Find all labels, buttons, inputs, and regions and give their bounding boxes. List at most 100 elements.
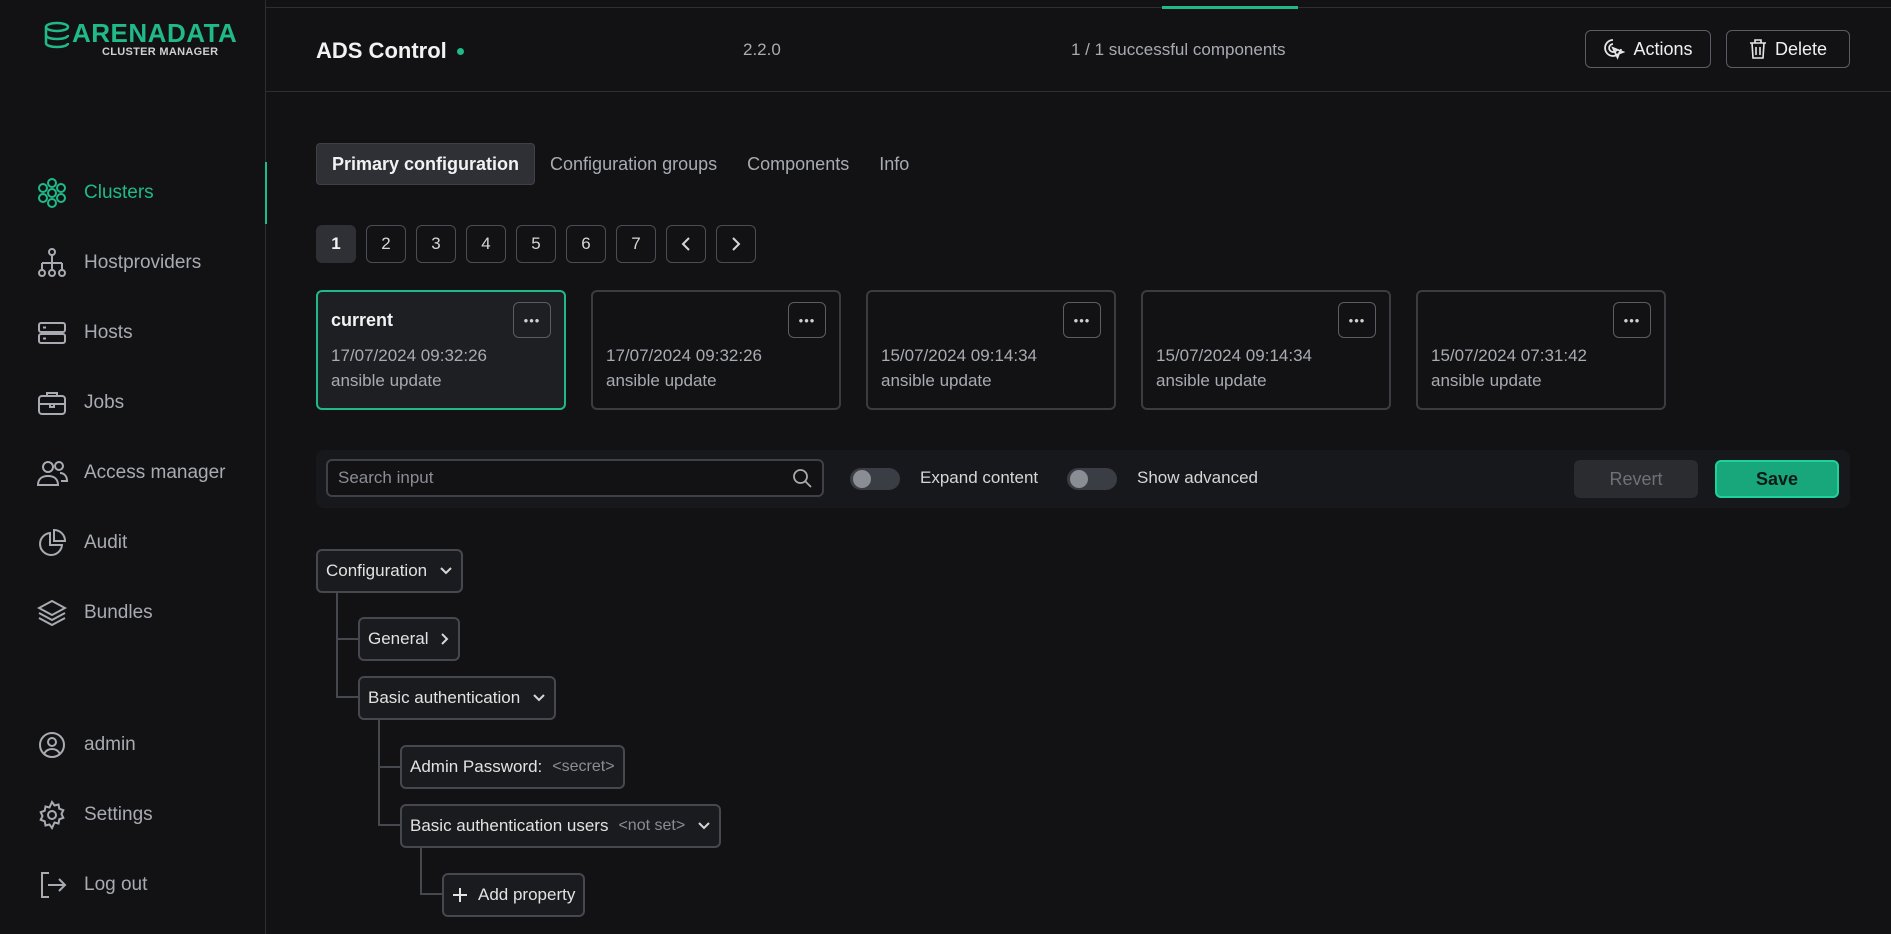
cluster-title: ADS Control	[316, 38, 447, 63]
more-options-button[interactable]: •••	[1063, 302, 1101, 338]
delete-button[interactable]: Delete	[1726, 30, 1850, 68]
actions-button[interactable]: Actions	[1585, 30, 1711, 68]
card-description: ansible update	[331, 371, 442, 390]
add-property-button[interactable]: Add property	[442, 873, 586, 917]
gear-icon	[36, 799, 68, 831]
config-version-list: current 17/07/2024 09:32:26 ansible upda…	[316, 290, 1691, 410]
tree-node-basic-auth-users[interactable]: Basic authentication users <not set>	[400, 804, 722, 848]
tab-info[interactable]: Info	[864, 143, 924, 185]
sidebar-item-audit[interactable]: Audit	[0, 508, 266, 578]
expand-content-toggle[interactable]	[850, 468, 900, 490]
actions-label: Actions	[1633, 38, 1693, 59]
users-icon	[36, 457, 68, 489]
version-label: 2.2.0	[743, 40, 781, 59]
clusters-icon	[36, 177, 68, 209]
node-value: <not set>	[618, 817, 686, 834]
config-version-card[interactable]: current 17/07/2024 09:32:26 ansible upda…	[316, 290, 566, 410]
more-options-button[interactable]: •••	[1338, 302, 1376, 338]
hierarchy-icon	[36, 247, 68, 279]
toggle-knob	[853, 470, 871, 488]
tree-connector	[378, 824, 400, 826]
more-options-button[interactable]: •••	[788, 302, 826, 338]
arenadata-logo[interactable]: ARENADATA CLUSTER MANAGER	[44, 20, 237, 58]
tree-node-general[interactable]: General	[358, 617, 461, 661]
card-date: 17/07/2024 09:32:26	[331, 346, 487, 365]
more-options-button[interactable]: •••	[513, 302, 551, 338]
trash-icon	[1749, 39, 1767, 59]
tab-components[interactable]: Components	[732, 143, 864, 185]
user-circle-icon	[36, 729, 68, 761]
prev-page-button[interactable]	[666, 225, 706, 263]
config-tabs: Primary configuration Configuration grou…	[316, 143, 924, 185]
sidebar-item-admin[interactable]: admin	[0, 710, 266, 780]
sidebar-item-label: admin	[84, 734, 136, 755]
sidebar-item-access-manager[interactable]: Access manager	[0, 438, 266, 508]
tree-connector	[336, 638, 358, 640]
page-button[interactable]: 1	[316, 225, 356, 263]
search-input[interactable]	[338, 468, 792, 488]
sidebar-item-hostproviders[interactable]: Hostproviders	[0, 228, 266, 298]
chevron-right-icon	[440, 632, 450, 646]
sidebar-item-settings[interactable]: Settings	[0, 780, 266, 850]
sidebar-item-label: Settings	[84, 804, 153, 825]
config-version-card[interactable]: 15/07/2024 09:14:34 ansible update •••	[1141, 290, 1391, 410]
sidebar: ARENADATA CLUSTER MANAGER Clusters Hostp…	[0, 0, 267, 934]
card-date: 15/07/2024 07:31:42	[1431, 346, 1587, 365]
sidebar-item-jobs[interactable]: Jobs	[0, 368, 266, 438]
expand-content-label: Expand content	[920, 468, 1039, 487]
page-button[interactable]: 6	[566, 225, 606, 263]
sidebar-item-label: Hostproviders	[84, 252, 202, 273]
delete-label: Delete	[1774, 38, 1828, 59]
chevron-down-icon	[532, 693, 546, 703]
page-button[interactable]: 2	[366, 225, 406, 263]
pagination: 1 2 3 4 5 6 7	[316, 225, 766, 263]
config-version-card[interactable]: 15/07/2024 09:14:34 ansible update •••	[866, 290, 1116, 410]
sidebar-item-bundles[interactable]: Bundles	[0, 578, 266, 648]
node-label: Admin Password:	[410, 757, 543, 776]
pie-chart-icon	[36, 527, 68, 559]
config-version-card[interactable]: 17/07/2024 09:32:26 ansible update •••	[591, 290, 841, 410]
page-button[interactable]: 7	[616, 225, 656, 263]
ellipsis-icon: •••	[1623, 312, 1641, 328]
card-description: ansible update	[1156, 371, 1267, 390]
sidebar-item-clusters[interactable]: Clusters	[0, 158, 267, 228]
tab-configuration-groups[interactable]: Configuration groups	[535, 143, 732, 185]
tree-connector	[420, 848, 422, 894]
card-date: 17/07/2024 09:32:26	[606, 346, 762, 365]
sidebar-item-label: Access manager	[84, 462, 226, 483]
show-advanced-toggle[interactable]	[1067, 468, 1117, 490]
page-button[interactable]: 3	[416, 225, 456, 263]
tree-node-admin-password[interactable]: Admin Password: <secret>	[400, 745, 625, 789]
config-version-card[interactable]: 15/07/2024 07:31:42 ansible update •••	[1416, 290, 1666, 410]
revert-button[interactable]: Revert	[1574, 460, 1698, 498]
chevron-right-icon	[732, 237, 741, 251]
node-label: Configuration	[326, 561, 428, 580]
sidebar-item-label: Bundles	[84, 602, 153, 623]
page-button[interactable]: 5	[516, 225, 556, 263]
next-page-button[interactable]	[716, 225, 756, 263]
sidebar-item-logout[interactable]: Log out	[0, 850, 266, 920]
tab-primary-configuration[interactable]: Primary configuration	[316, 143, 536, 185]
tree-connector	[336, 593, 338, 698]
tree-node-configuration[interactable]: Configuration	[316, 549, 464, 593]
sidebar-item-hosts[interactable]: Hosts	[0, 298, 266, 368]
page-button[interactable]: 4	[466, 225, 506, 263]
logo-wordmark: ARENADATA	[72, 18, 238, 48]
sidebar-item-label: Hosts	[84, 322, 133, 343]
main-nav: Clusters Hostproviders Hosts Jobs Access…	[0, 158, 267, 648]
card-date: 15/07/2024 09:14:34	[1156, 346, 1312, 365]
node-value: <secret>	[552, 758, 615, 775]
more-options-button[interactable]: •••	[1613, 302, 1651, 338]
sidebar-item-label: Log out	[84, 874, 148, 895]
toggle-knob	[1070, 470, 1088, 488]
tree-node-basic-authentication[interactable]: Basic authentication	[358, 676, 557, 720]
tree-connector	[378, 720, 380, 826]
node-label: General	[368, 629, 429, 648]
save-button[interactable]: Save	[1715, 460, 1839, 498]
components-status: 1 / 1 successful components	[1071, 40, 1286, 59]
layers-icon	[36, 597, 68, 629]
chevron-left-icon	[681, 237, 690, 251]
ellipsis-icon: •••	[798, 312, 816, 328]
sidebar-item-label: Clusters	[84, 182, 154, 203]
node-label: Add property	[478, 885, 576, 904]
